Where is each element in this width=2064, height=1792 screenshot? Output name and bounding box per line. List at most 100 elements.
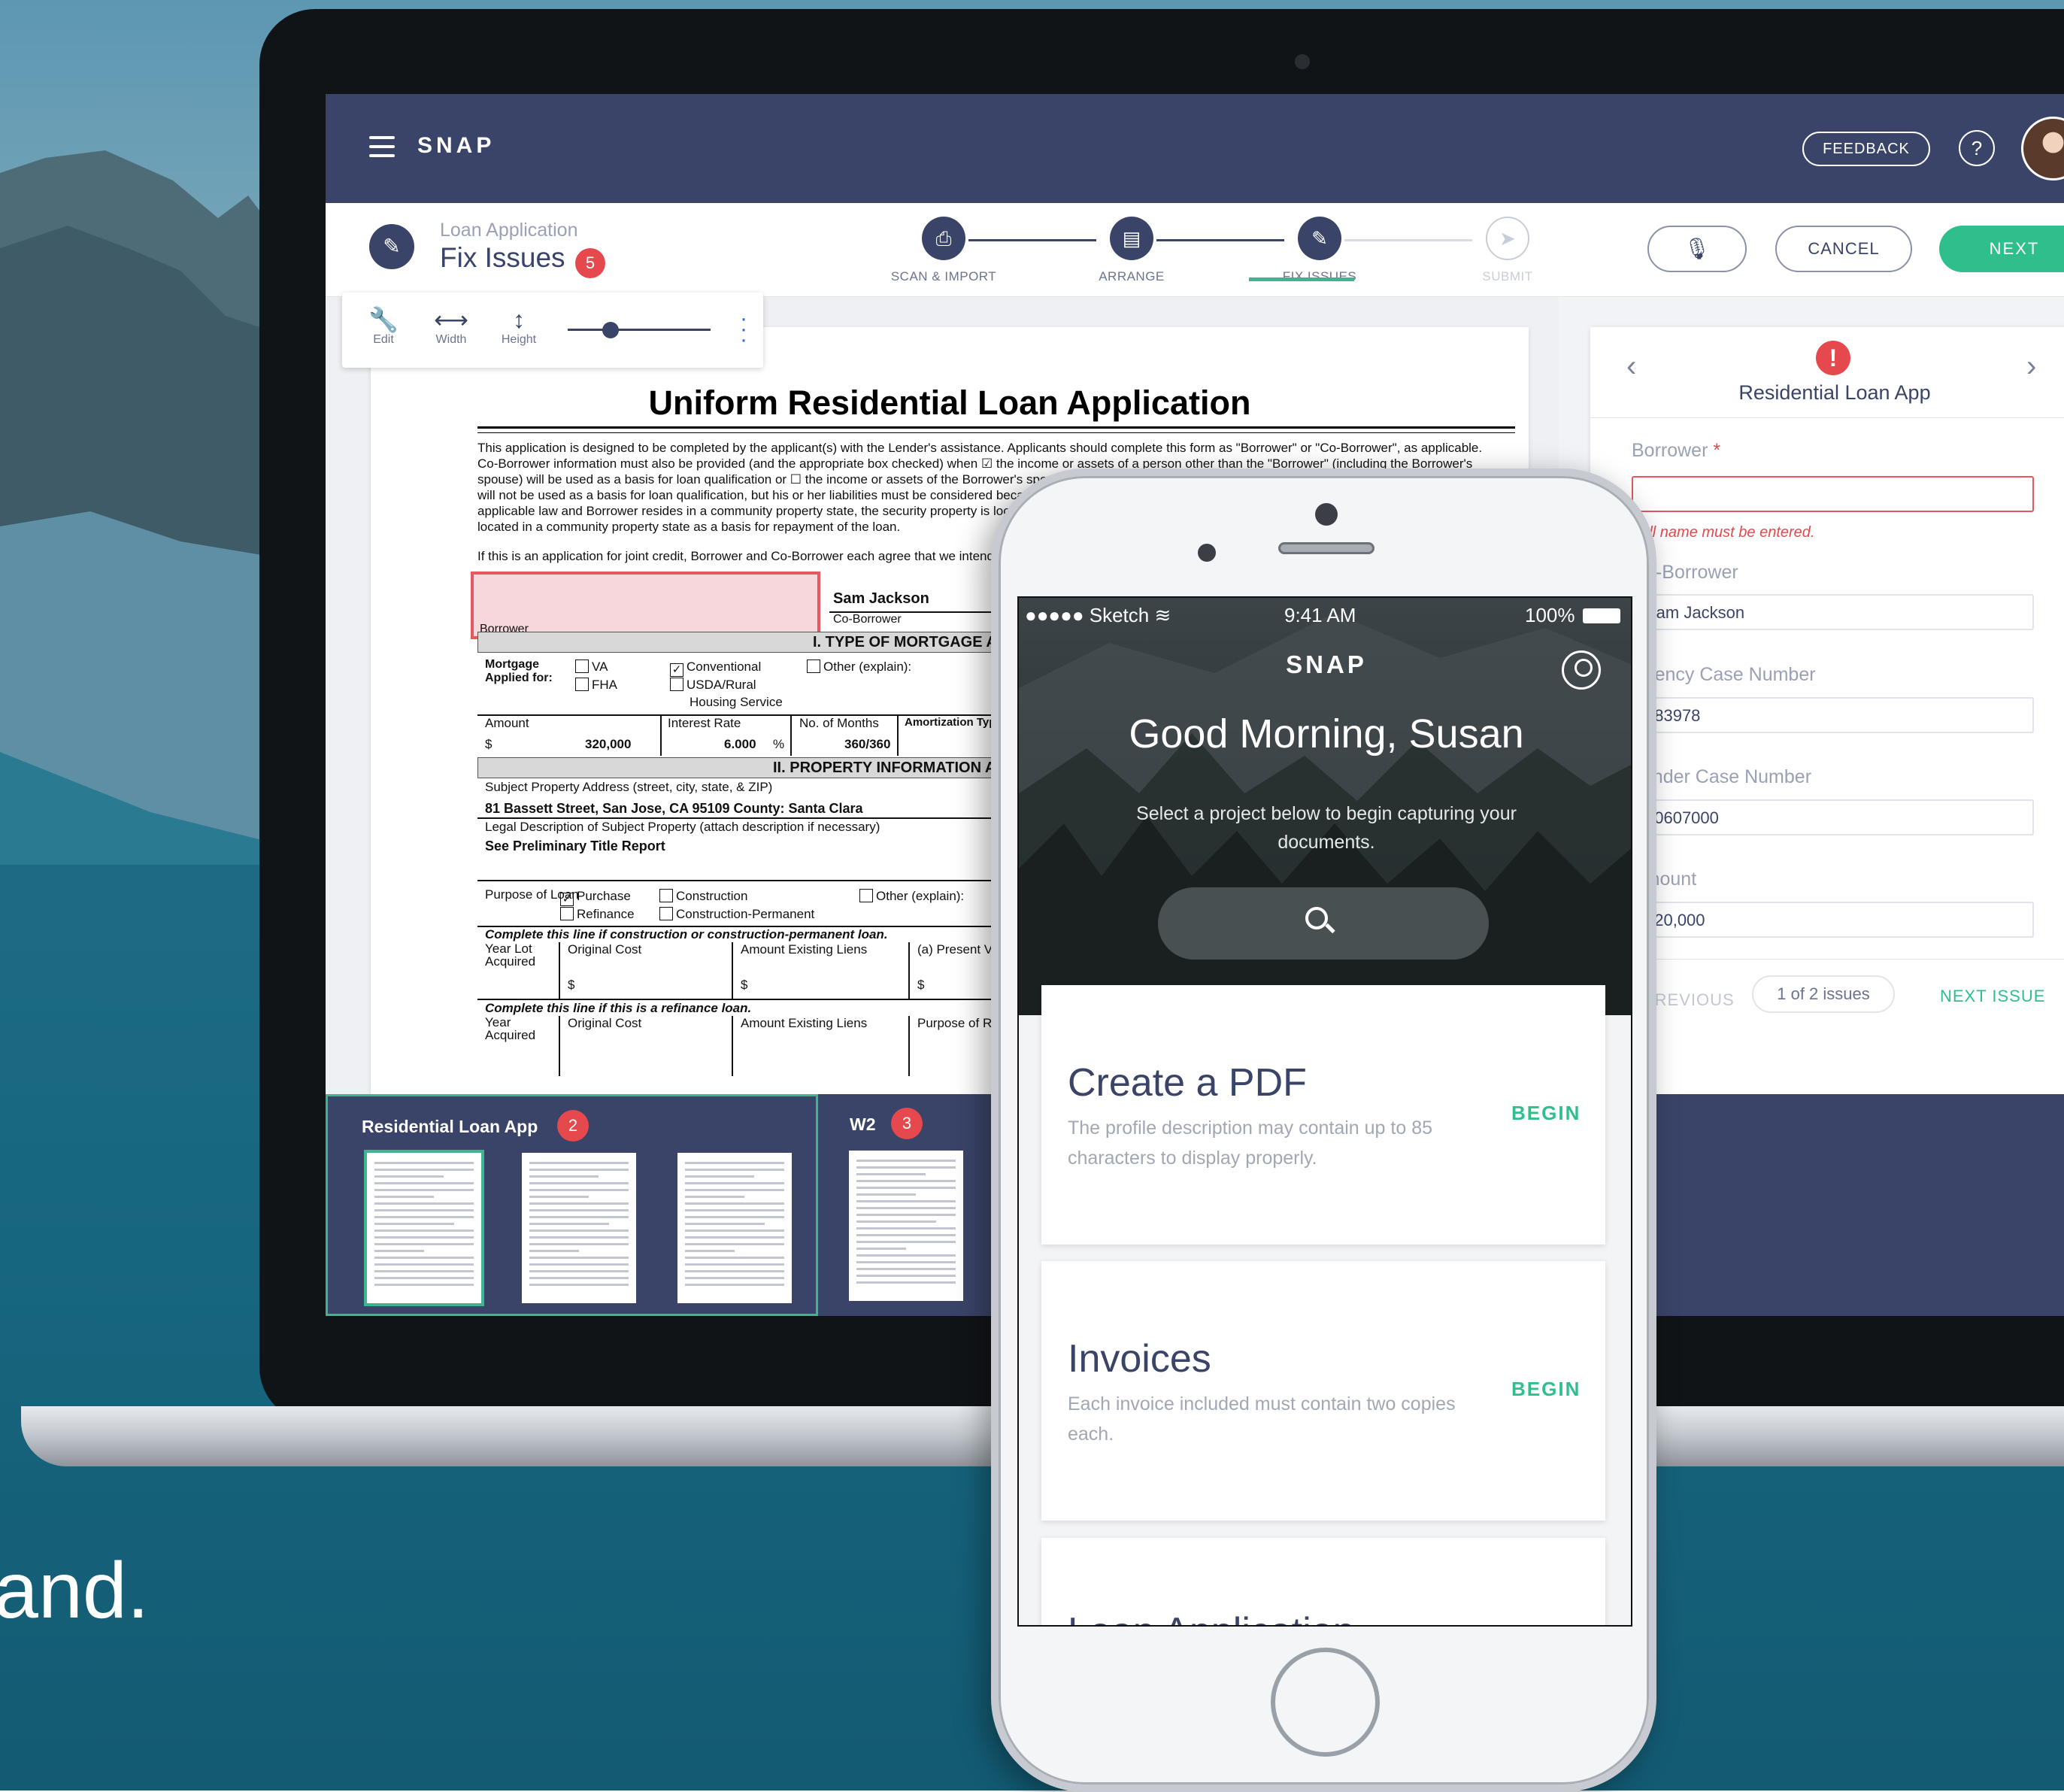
borrower-input[interactable]	[1632, 476, 2034, 512]
step-submit[interactable]: ➤ SUBMIT	[1432, 217, 1583, 284]
agency-case-label: Agency Case Number	[1632, 664, 1816, 685]
begin-button[interactable]: BEGIN	[1511, 1378, 1581, 1401]
phone-hero: ●●●●● Sketch ≋ 9:41 AM 100% SNAP Good Mo…	[1019, 598, 1631, 1015]
phone-status-bar: ●●●●● Sketch ≋ 9:41 AM 100%	[1025, 604, 1626, 626]
coborrower-name: Sam Jackson	[833, 590, 929, 607]
agency-case-input[interactable]: 783978	[1632, 697, 2034, 733]
coborrower-input[interactable]: Sam Jackson	[1632, 594, 2034, 630]
next-issue-button[interactable]: NEXT ISSUE	[1940, 987, 2045, 1006]
table-line	[790, 714, 792, 756]
address-value: 81 Bassett Street, San Jose, CA 95109 Co…	[485, 801, 863, 816]
divider	[1590, 959, 2064, 960]
help-icon[interactable]: ?	[1959, 130, 1995, 166]
thumbnail-group-title[interactable]: W2	[850, 1114, 876, 1135]
user-profile-icon[interactable]	[1562, 650, 1601, 690]
legal-description-value: See Preliminary Title Report	[485, 838, 665, 854]
feedback-button[interactable]: FEEDBACK	[1802, 132, 1930, 166]
next-button[interactable]: NEXT	[1939, 226, 2064, 272]
step-label: SUBMIT	[1482, 269, 1533, 284]
send-icon: ➤	[1486, 217, 1529, 260]
phone-speaker	[1278, 542, 1374, 554]
tool-label: Edit	[373, 333, 394, 346]
option-label: Other (explain):	[823, 659, 912, 674]
purpose-purchase: ✓ Purchase	[560, 889, 631, 906]
page-thumbnail[interactable]	[677, 1153, 792, 1303]
project-search-button[interactable]	[1158, 887, 1489, 960]
zoom-slider-handle[interactable]	[602, 322, 619, 338]
top-bar: SNAP FEEDBACK ?	[326, 94, 2064, 203]
months-label: No. of Months	[799, 716, 879, 730]
tool-label: Width	[435, 333, 467, 346]
microphone-button[interactable]: 🎙	[1647, 226, 1747, 272]
borrower-signature-field[interactable]: Borrower	[471, 572, 820, 639]
step-label: SCAN & IMPORT	[890, 269, 997, 284]
thumbnail-group-badge: 3	[891, 1108, 923, 1139]
option-label: Purchase	[577, 889, 631, 903]
vertical-arrows-icon: ↕	[513, 306, 525, 333]
greeting-title: Good Morning, Susan	[1129, 711, 1524, 757]
option-label: Other (explain):	[876, 889, 965, 903]
purpose-other: Other (explain):	[859, 889, 964, 904]
dollar-sign: $	[568, 978, 575, 992]
active-step-indicator	[1249, 277, 1354, 281]
amount-currency: $	[485, 737, 493, 751]
page-thumbnail[interactable]	[522, 1153, 636, 1303]
issue-counter: 1 of 2 issues	[1752, 975, 1895, 1013]
project-card[interactable]: Invoices Each invoice included must cont…	[1041, 1261, 1605, 1521]
legal-description-label: Legal Description of Subject Property (a…	[485, 820, 880, 834]
phone-home-button[interactable]	[1271, 1648, 1380, 1757]
label-text: Borrower	[1632, 440, 1708, 461]
document-rule	[477, 432, 1515, 433]
more-options-icon[interactable]: · · ·	[739, 308, 748, 351]
step-fix-issues[interactable]: ✎ FIX ISSUES	[1244, 217, 1395, 284]
page-thumbnail[interactable]	[849, 1151, 963, 1301]
page-title: Fix Issues	[440, 242, 565, 273]
lender-case-input[interactable]: 00607000	[1632, 799, 2034, 835]
edit-tool[interactable]: 🔧 Edit	[357, 306, 410, 347]
table-line	[908, 1016, 910, 1076]
project-card[interactable]: Create a PDF The profile description may…	[1041, 985, 1605, 1245]
user-avatar[interactable]	[2021, 117, 2064, 180]
thumbnail-group-title: Residential Loan App	[362, 1117, 538, 1136]
existing-liens-label: Amount Existing Liens	[741, 1016, 868, 1030]
phone-frame: ●●●●● Sketch ≋ 9:41 AM 100% SNAP Good Mo…	[991, 468, 1656, 1792]
issue-panel-title: Residential Loan App	[1738, 381, 1931, 404]
pencil-icon: ✎	[1298, 217, 1341, 260]
zoom-slider[interactable]	[568, 329, 711, 331]
checkbox-icon	[670, 678, 683, 691]
cancel-button[interactable]: CANCEL	[1775, 226, 1912, 272]
amortization-label: Amortization Type	[905, 716, 1002, 729]
checkbox-icon	[807, 659, 820, 673]
height-tool[interactable]: ↕ Height	[493, 306, 545, 347]
begin-button[interactable]: BEGIN	[1511, 1102, 1581, 1125]
amount-input[interactable]: 320,000	[1632, 902, 2034, 938]
phone-sensor	[1198, 544, 1216, 562]
table-line	[732, 1016, 733, 1076]
chevron-left-icon[interactable]: ‹	[1626, 350, 1636, 384]
table-line	[908, 942, 910, 999]
width-tool[interactable]: ⟷ Width	[425, 306, 477, 347]
option-label: Conventional	[686, 659, 762, 674]
project-card-title: Loan Application	[1068, 1609, 1355, 1625]
previous-issue-button[interactable]: PREVIOUS	[1643, 990, 1735, 1010]
option-label: VA	[592, 659, 608, 674]
step-arrange[interactable]: ▤ ARRANGE	[1056, 217, 1207, 284]
horizontal-arrows-icon: ⟷	[434, 306, 468, 333]
months-value: 360/360	[844, 737, 891, 751]
issue-count-badge: 5	[575, 248, 605, 278]
project-card-title: Invoices	[1068, 1337, 1211, 1381]
mortgage-applied-label: Mortgage Applied for:	[485, 658, 553, 684]
lender-case-label: Lender Case Number	[1632, 766, 1812, 787]
step-scan-import[interactable]: ⎙ SCAN & IMPORT	[868, 217, 1019, 284]
document-rule	[477, 426, 1515, 429]
thumbnail-group-residential[interactable]: Residential Loan App 2	[326, 1094, 818, 1316]
option-label: FHA	[592, 678, 617, 692]
page-thumbnail[interactable]	[364, 1150, 484, 1306]
status-time: 9:41 AM	[1284, 604, 1356, 626]
amount-value: 320,000	[585, 737, 632, 751]
project-card[interactable]: Loan Application	[1041, 1538, 1605, 1625]
menu-icon[interactable]	[369, 136, 395, 157]
checkbox-icon	[659, 889, 673, 902]
amount-label: Amount	[485, 716, 529, 730]
chevron-right-icon[interactable]: ›	[2026, 350, 2036, 384]
